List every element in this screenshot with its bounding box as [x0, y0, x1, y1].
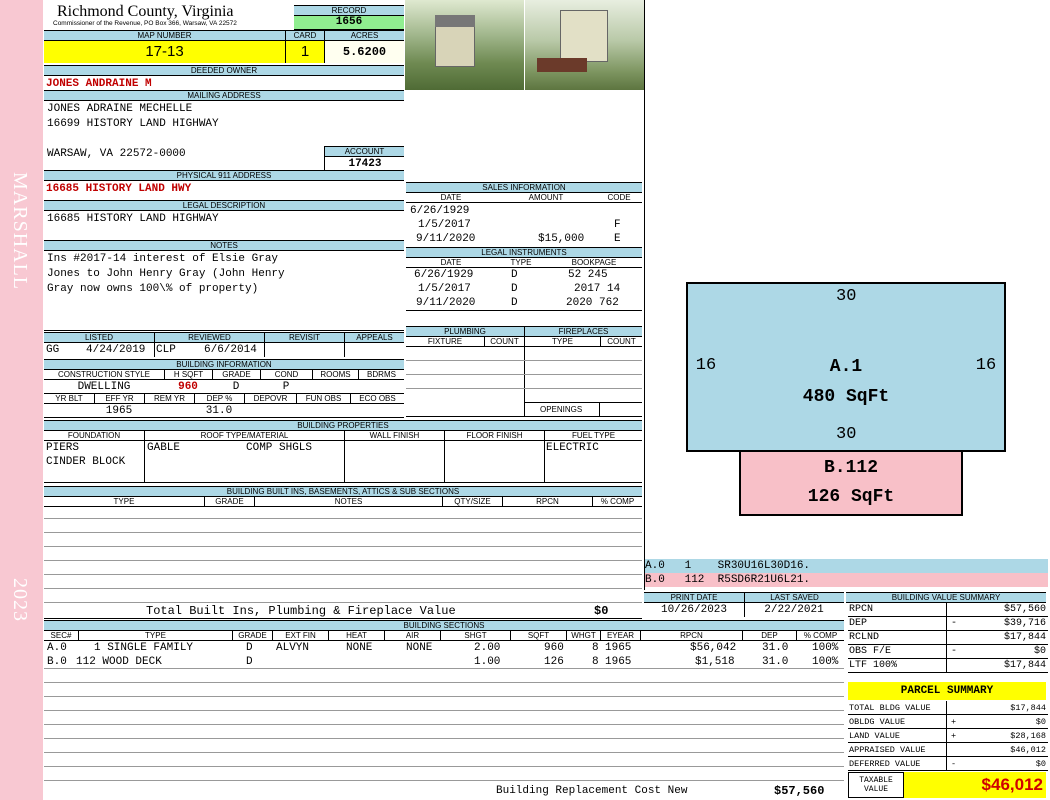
foundation-2: CINDER BLOCK — [46, 456, 126, 468]
sales-header: DATE AMOUNT CODE — [406, 192, 642, 203]
building-grade: D — [232, 381, 240, 393]
legal-description: 16685 HISTORY LAND HIGHWAY — [47, 213, 219, 225]
record-value: 1656 — [294, 16, 404, 30]
sales-date-3: 9/11/2020 — [416, 233, 476, 245]
instr-date-3: 9/11/2020 — [416, 297, 476, 309]
sections-header: SEC# TYPE GRADE EXT FIN HEAT AIR SHGT SQ… — [44, 630, 844, 641]
dates-header: PRINT DATE LAST SAVED — [644, 592, 844, 603]
notes-line3: Gray now owns 100\% of property) — [47, 283, 259, 295]
summary-row: TOTAL BLDG VALUE $17,844 — [848, 701, 1048, 715]
summary-row: LAND VALUE + $28,168 — [848, 729, 1048, 743]
notes-line2: Jones to John Henry Gray (John Henry — [47, 268, 285, 280]
house-photo-rear — [525, 0, 644, 90]
building-info-header1: CONSTRUCTION STYLE H SQFT GRADE COND ROO… — [44, 369, 404, 380]
sales-code-2: F — [614, 219, 621, 231]
foundation-1: PIERS — [46, 442, 80, 454]
summary-row: DEFERRED VALUE - $0 — [848, 757, 1048, 771]
acres-value: 5.6200 — [324, 41, 404, 63]
commissioner-line: Commissioner of the Revenue, PO Box 366,… — [53, 20, 237, 27]
instr-book-3: 2020 762 — [566, 297, 619, 309]
replacement-cost: $57,560 — [774, 784, 825, 798]
instr-book-2: 2017 14 — [574, 283, 621, 295]
builtins-total-label: Total Built Ins, Plumbing & Fireplace Va… — [146, 604, 456, 618]
notes-label: NOTES — [44, 240, 404, 251]
taxable-label: TAXABLE VALUE — [848, 772, 904, 798]
instr-type-1: D — [511, 269, 518, 281]
sketch-a-area: 480 SqFt — [802, 387, 890, 407]
summary-row: APPRAISED VALUE $46,012 — [848, 743, 1048, 757]
county-title: Richmond County, Virginia — [57, 3, 234, 20]
summary-row: OBLDG VALUE + $0 — [848, 715, 1048, 729]
builtins-total: $0 — [594, 604, 609, 618]
taxable-value: $46,012 — [904, 772, 1046, 798]
notes-line1: Ins #2017-14 interest of Elsie Gray — [47, 253, 279, 265]
effective-year: 1965 — [105, 405, 133, 417]
reviewed-date: 6/6/2014 — [204, 344, 257, 356]
owner-name: JONES ANDRAINE M — [46, 78, 152, 90]
openings-label: OPENINGS — [540, 405, 583, 414]
sketch-b-area: 126 SqFt — [807, 487, 895, 507]
roof-material: COMP SHGLS — [246, 442, 313, 454]
last-saved: 2/22/2021 — [764, 604, 824, 616]
instr-date-2: 1/5/2017 — [418, 283, 471, 295]
mailing-line3: WARSAW, VA 22572-0000 — [47, 148, 186, 160]
summary-row: DEP - $39,716 — [848, 617, 1048, 631]
mailing-line1: JONES ADRAINE MECHELLE — [47, 103, 193, 115]
properties-header: FOUNDATION ROOF TYPE/MATERIAL WALL FINIS… — [44, 430, 642, 441]
instr-type-2: D — [511, 283, 518, 295]
depreciation-pct: 31.0 — [205, 405, 233, 417]
sketch-legend-b: B.0 112 R5SD6R21U6L21. — [645, 573, 1048, 587]
legal-label: LEGAL DESCRIPTION — [44, 200, 404, 211]
account-label: ACCOUNT — [324, 146, 404, 157]
record-label: RECORD — [294, 5, 404, 16]
instr-book-1: 52 245 — [568, 269, 608, 281]
card-number: 1 — [285, 41, 324, 63]
builtins-header: TYPE GRADE NOTES QTY/SIZE RPCN % COMP — [44, 496, 642, 507]
physical-address: 16685 HISTORY LAND HWY — [46, 183, 192, 195]
house-photo-front — [405, 0, 524, 90]
sidebar-year: 2023 — [9, 578, 31, 622]
map-label: MAP NUMBER — [44, 30, 285, 41]
summary-row: OBS F/E - $0 — [848, 645, 1048, 659]
card-label: CARD — [285, 30, 324, 41]
print-date: 10/26/2023 — [660, 604, 727, 616]
sales-date-2: 1/5/2017 — [418, 219, 471, 231]
account-value: 17423 — [324, 157, 405, 170]
building-info-header2: YR BLT EFF YR REM YR DEP % DEPOVR FUN OB… — [44, 393, 404, 404]
mailing-label: MAILING ADDRESS — [44, 90, 404, 101]
sales-amount-3: $15,000 — [538, 233, 585, 245]
instruments-header: DATE TYPE BOOKPAGE — [406, 257, 642, 268]
replacement-cost-label: Building Replacement Cost New — [496, 785, 688, 797]
reviewed-by: CLP — [156, 344, 176, 356]
sales-date-1: 6/26/1929 — [410, 205, 470, 217]
map-number: 17-13 — [44, 41, 285, 63]
construction-style: DWELLING — [77, 381, 131, 393]
sketch-a-top: 30 — [836, 287, 857, 306]
value-summary-label: BUILDING VALUE SUMMARY — [846, 592, 1046, 603]
sketch-b-name: B.112 — [823, 458, 878, 478]
roof-type: GABLE — [147, 442, 181, 454]
summary-row: LTF 100% $17,844 — [848, 659, 1048, 673]
sketch-legend-a: A.0 1 SR30U16L30D16. — [645, 559, 1048, 573]
fuel-type: ELECTRIC — [546, 442, 599, 454]
listed-date: 4/24/2019 — [86, 344, 146, 356]
instr-type-3: D — [511, 297, 518, 309]
summary-row: RCLND $17,844 — [848, 631, 1048, 645]
mailing-line2: 16699 HISTORY LAND HIGHWAY — [47, 118, 219, 130]
sidebar: MARSHALL 2023 — [0, 0, 43, 800]
heated-sqft: 960 — [178, 381, 198, 393]
listed-header: LISTED REVIEWED REVISIT APPEALS — [44, 332, 404, 343]
owner-label: DEEDED OWNER — [44, 65, 404, 76]
sales-code-3: E — [614, 233, 621, 245]
acres-label: ACRES — [324, 30, 404, 41]
physical-label: PHYSICAL 911 ADDRESS — [44, 170, 404, 181]
sketch-a-bottom: 30 — [836, 425, 857, 444]
building-cond: P — [282, 381, 290, 393]
sidebar-name: MARSHALL — [9, 172, 31, 291]
instr-date-1: 6/26/1929 — [414, 269, 474, 281]
listed-by: GG — [46, 344, 60, 356]
sketch-a-name: A.1 — [829, 357, 863, 377]
parcel-summary-title: PARCEL SUMMARY — [848, 682, 1046, 700]
summary-row: RPCN $57,560 — [848, 603, 1048, 617]
